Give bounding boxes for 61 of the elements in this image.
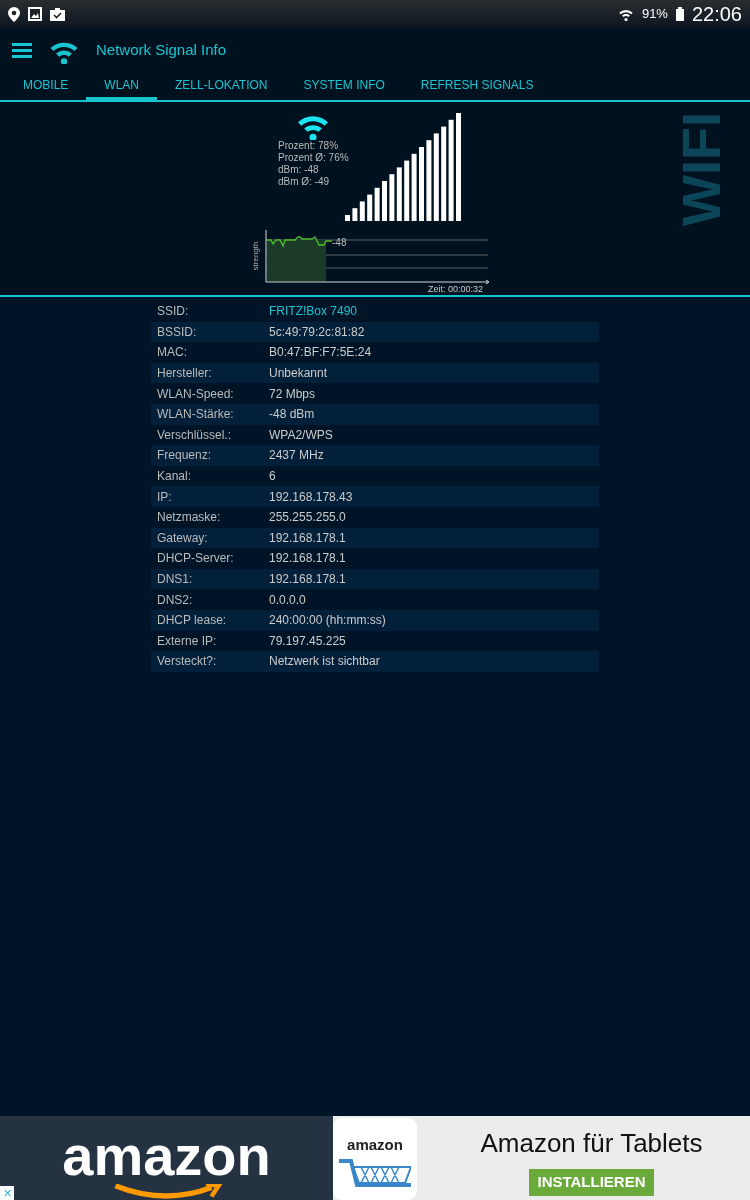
detail-label: DHCP-Server: [157,550,235,568]
tab[interactable]: REFRESH SIGNALS [402,72,552,100]
detail-label: Netzmaske: [157,509,222,527]
detail-value: 255.255.255.0 [269,509,346,527]
detail-label: Frequenz: [157,447,213,465]
app-icon-brand: amazon [347,1135,403,1155]
detail-label: Verschlüssel.: [157,426,233,444]
side-label: WIFI [674,112,728,226]
detail-label: MAC: [157,344,188,362]
wifi-icon [617,7,634,21]
app-title: Network Signal Info [96,39,227,60]
detail-value: 79.197.45.225 [269,632,346,650]
detail-label: DNS1: [157,571,194,588]
signal-stat: dBm: -48 [278,164,320,176]
detail-value: B0:47:BF:F7:5E:24 [269,344,372,362]
tab[interactable]: SYSTEM INFO [285,72,403,100]
menu-icon[interactable] [12,42,32,58]
detail-value: Unbekannt [269,365,328,383]
time-label: Zeit: 00:00:32 [428,285,484,294]
detail-label: WLAN-Speed: [157,385,235,403]
detail-value: 2437 MHz [269,447,324,465]
axis-label: strength [250,241,262,271]
tab[interactable]: MOBILE [5,72,87,100]
detail-value: -48 dBm [269,406,315,424]
detail-value: 192.168.178.1 [269,529,346,547]
graph-value: -48 [332,236,347,250]
detail-value: 5c:49:79:2c:81:82 [269,323,365,341]
detail-value: 192.168.178.1 [269,571,346,588]
cart-icon [339,1156,411,1189]
tab[interactable]: ZELL-LOKATION [157,72,286,100]
detail-label: IP: [157,488,173,506]
location-icon [8,6,20,22]
detail-value: FRITZ!Box 7490 [269,303,358,321]
signal-stat: dBm Ø: -49 [278,176,331,188]
ad-brand: amazon [62,1128,271,1184]
image-icon [28,7,42,21]
clock: 22:06 [691,2,742,27]
detail-label: Versteckt?: [157,653,218,671]
detail-label: WLAN-Stärke: [157,406,235,424]
detail-value: Netzwerk ist sichtbar [269,653,380,671]
detail-value: 72 Mbps [269,385,316,403]
detail-value: 192.168.178.43 [269,488,353,506]
detail-value: WPA2/WPS [269,426,333,444]
signal-stat: Prozent: 78% [278,140,340,152]
battery-level: 91% [641,5,668,24]
briefcase-check-icon [50,7,65,21]
detail-label: Gateway: [157,529,209,547]
detail-value: 192.168.178.1 [269,550,346,568]
battery-icon [675,7,684,21]
detail-value: 6 [269,468,276,486]
detail-label: Kanal: [157,468,193,486]
detail-label: SSID: [157,303,190,321]
detail-label: BSSID: [157,323,198,341]
detail-label: Hersteller: [157,365,213,383]
detail-value: 240:00:00 (hh:mm:ss) [269,612,386,630]
signal-stat: Prozent Ø: 76% [278,152,349,164]
detail-value: 0.0.0.0 [269,591,306,609]
ad-title: Amazon für Tablets [480,1127,703,1160]
detail-label: Externe IP: [157,632,218,650]
detail-label: DHCP lease: [157,612,228,630]
detail-label: DNS2: [157,591,194,609]
